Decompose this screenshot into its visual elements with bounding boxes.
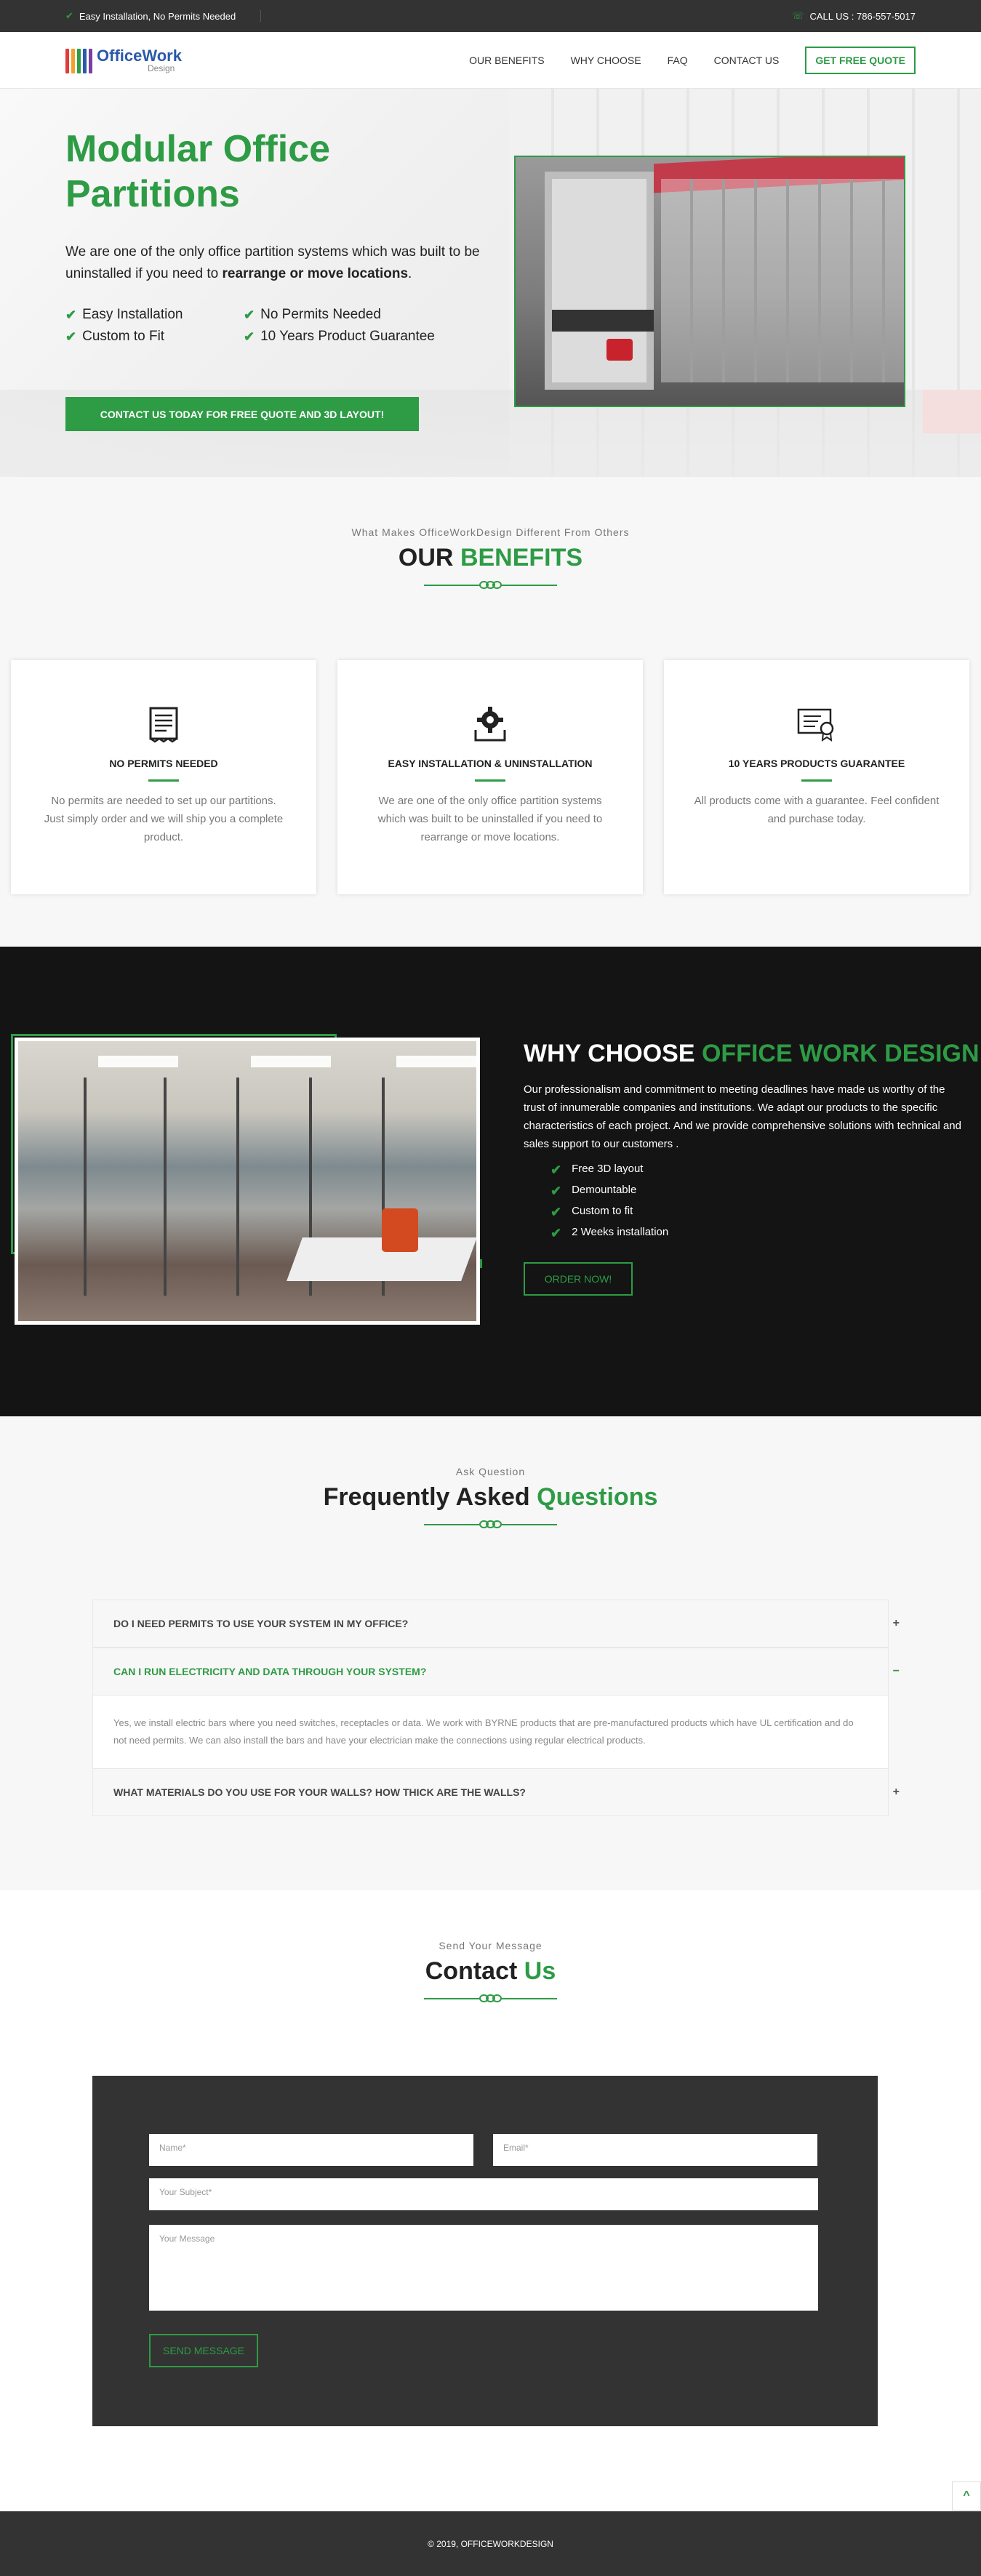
- list-item: ✔ 2 Weeks installation: [550, 1226, 669, 1240]
- divider: [260, 10, 262, 22]
- benefit-title: NO PERMITS NEEDED: [109, 758, 218, 769]
- check-item: ✔ 10 Years Product Guarantee: [244, 329, 435, 344]
- check-icon: ✔: [65, 10, 73, 21]
- check-item: ✔ No Permits Needed: [244, 307, 381, 322]
- hero-partition-photo: [514, 156, 905, 407]
- benefit-title: 10 YEARS PRODUCTS GUARANTEE: [728, 758, 905, 769]
- gear-install-icon: [337, 705, 643, 743]
- faq-question-open[interactable]: CAN I RUN ELECTRICITY AND DATA THROUGH Y…: [92, 1648, 900, 1696]
- name-field[interactable]: Name*: [149, 2134, 473, 2166]
- section-subtitle: What Makes OfficeWorkDesign Different Fr…: [351, 526, 630, 538]
- main-nav: OUR BENEFITS WHY CHOOSE FAQ CONTACT US G…: [469, 46, 916, 74]
- hero-lead: We are one of the only office partition …: [65, 244, 480, 281]
- section-subtitle: Ask Question: [455, 1466, 526, 1477]
- benefit-card: EASY INSTALLATION & UNINSTALLATION We ar…: [337, 660, 643, 894]
- check-icon: ✔: [65, 307, 77, 322]
- section-title: OUR BENEFITS: [398, 544, 583, 571]
- site-footer: © 2019, OFFICEWORKDESIGN: [0, 2511, 981, 2576]
- benefit-card: NO PERMITS NEEDED No permits are needed …: [11, 660, 316, 894]
- top-bar-right[interactable]: ☏ CALL US : 786-557-5017: [792, 10, 916, 22]
- check-item: ✔ Custom to Fit: [65, 329, 165, 344]
- benefit-card: 10 YEARS PRODUCTS GUARANTEE All products…: [664, 660, 969, 894]
- check-icon: ✔: [550, 1226, 562, 1240]
- benefit-cards: NO PERMITS NEEDED No permits are needed …: [11, 660, 969, 894]
- check-icon: ✔: [65, 329, 77, 344]
- site-logo[interactable]: OfficeWork Design: [65, 47, 182, 73]
- list-item: ✔ Custom to fit: [550, 1205, 633, 1219]
- benefit-text: All products come with a guarantee. Feel…: [694, 795, 940, 825]
- section-subtitle: Send Your Message: [439, 1940, 542, 1951]
- contact-free-quote-button[interactable]: CONTACT US TODAY FOR FREE QUOTE AND 3D L…: [65, 397, 419, 431]
- site-header: OfficeWork Design OUR BENEFITS WHY CHOOS…: [0, 32, 981, 89]
- plus-icon: +: [892, 1617, 900, 1629]
- top-bar-left: ✔ Easy Installation, No Permits Needed: [65, 10, 262, 22]
- office-photo: [15, 1038, 480, 1325]
- top-bar-tagline: Easy Installation, No Permits Needed: [79, 10, 236, 22]
- hero-title: Modular Office Partitions: [65, 128, 331, 215]
- plus-icon: +: [892, 1786, 900, 1798]
- receipt-icon: [11, 705, 316, 743]
- order-now-button[interactable]: ORDER NOW!: [524, 1262, 633, 1296]
- benefits-section: What Makes OfficeWorkDesign Different Fr…: [0, 477, 981, 947]
- section-title: Contact Us: [425, 1957, 556, 1985]
- why-choose-list: ✔ Free 3D layout ✔ Demountable ✔ Custom to …: [550, 1163, 668, 1247]
- benefit-title: EASY INSTALLATION & UNINSTALLATION: [388, 758, 593, 769]
- certificate-icon: [664, 705, 969, 743]
- get-free-quote-button[interactable]: GET FREE QUOTE: [805, 46, 916, 74]
- phone-number[interactable]: CALL US : 786-557-5017: [809, 11, 916, 22]
- faq-accordion: DO I NEED PERMITS TO USE YOUR SYSTEM IN …: [92, 1600, 900, 1816]
- check-item: ✔ Easy Installation: [65, 307, 183, 322]
- logo-brand: OfficeWork: [97, 46, 182, 65]
- why-choose-title: WHY CHOOSE OFFICE WORK DESIGN: [524, 1040, 980, 1067]
- check-icon: ✔: [550, 1184, 562, 1198]
- nav-contact-us[interactable]: CONTACT US: [714, 55, 780, 66]
- nav-faq[interactable]: FAQ: [668, 55, 688, 66]
- logo-sub: Design: [148, 63, 175, 73]
- check-icon: ✔: [550, 1163, 562, 1177]
- hero-checklist: ✔ Easy Installation ✔ No Permits Needed ✔ C…: [65, 307, 462, 345]
- check-icon: ✔: [244, 307, 255, 322]
- why-choose-text: Our professionalism and commitment to me…: [524, 1083, 961, 1150]
- subject-field[interactable]: Your Subject*: [149, 2178, 818, 2210]
- list-item: ✔ Demountable: [550, 1184, 637, 1198]
- why-choose-section: WHY CHOOSE OFFICE WORK DESIGN Our profes…: [0, 947, 981, 1416]
- logo-bars-icon: [65, 47, 92, 73]
- benefit-text: We are one of the only office partition …: [377, 795, 603, 843]
- copyright-text: © 2019, OFFICEWORKDESIGN: [428, 2538, 553, 2549]
- nav-why-choose[interactable]: WHY CHOOSE: [571, 55, 641, 66]
- back-to-top-button[interactable]: ^: [952, 2481, 981, 2511]
- send-message-button[interactable]: SEND MESSAGE: [149, 2334, 258, 2367]
- faq-answer: Yes, we install electric bars where you …: [92, 1696, 889, 1768]
- minus-icon: −: [892, 1665, 900, 1677]
- faq-question[interactable]: DO I NEED PERMITS TO USE YOUR SYSTEM IN …: [92, 1600, 900, 1648]
- email-field[interactable]: Email*: [493, 2134, 817, 2166]
- check-icon: ✔: [244, 329, 255, 344]
- contact-section: Send Your Message Contact Us Name* Email…: [0, 1890, 981, 2511]
- message-field[interactable]: Your Message: [149, 2225, 818, 2311]
- faq-question[interactable]: WHAT MATERIALS DO YOU USE FOR YOUR WALLS…: [92, 1768, 900, 1816]
- check-icon: ✔: [550, 1205, 562, 1219]
- phone-icon: ☏: [792, 10, 804, 21]
- chevron-up-icon: ^: [963, 2489, 970, 2502]
- benefit-text: No permits are needed to set up our part…: [44, 795, 284, 843]
- contact-form: Name* Email* Your Subject* Your Message …: [92, 2076, 878, 2426]
- list-item: ✔ Free 3D layout: [550, 1163, 644, 1177]
- top-bar: ✔ Easy Installation, No Permits Needed ☏…: [0, 0, 981, 32]
- divider-ornament-icon: [0, 581, 981, 589]
- section-title: Frequently Asked Questions: [323, 1483, 658, 1511]
- nav-our-benefits[interactable]: OUR BENEFITS: [469, 55, 544, 66]
- divider-ornament-icon: [0, 1994, 981, 2002]
- hero-section: Modular Office Partitions We are one of …: [0, 89, 981, 477]
- faq-section: Ask Question Frequently Asked Questions …: [0, 1416, 981, 1890]
- divider-ornament-icon: [0, 1520, 981, 1528]
